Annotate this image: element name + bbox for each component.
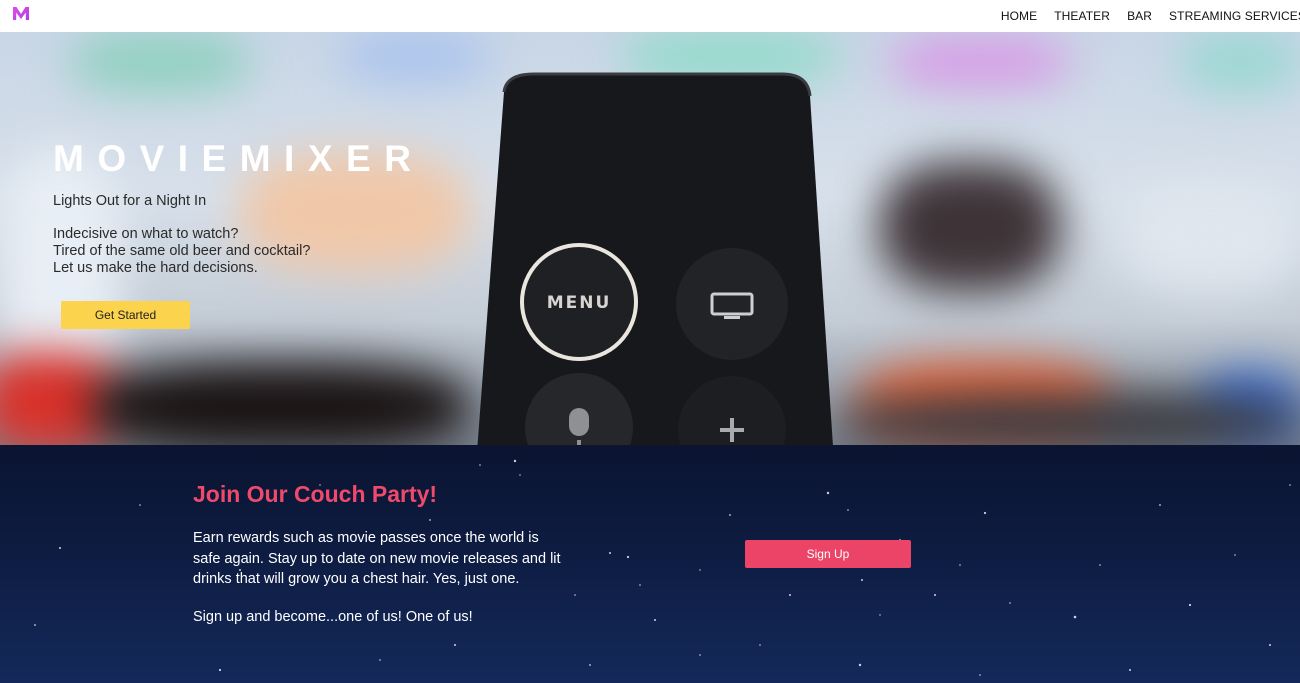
nav-streaming-link[interactable]: STREAMING SERVICES xyxy=(1169,9,1300,23)
logo-icon[interactable] xyxy=(12,5,30,26)
hero-section: MENU MOVIEMIXER Lights Out for a Night I… xyxy=(0,32,1300,445)
party-closing-text: Sign up and become...one of us! One of u… xyxy=(193,609,473,625)
hero-body-line: Tired of the same old beer and cocktail? xyxy=(53,243,311,259)
sign-up-button[interactable]: Sign Up xyxy=(745,540,911,568)
party-title: Join Our Couch Party! xyxy=(193,481,438,507)
nav-home-link[interactable]: HOME xyxy=(1001,9,1037,23)
nav-theater-link[interactable]: THEATER xyxy=(1054,9,1110,23)
nav-bar-link[interactable]: BAR xyxy=(1127,9,1152,23)
remote-control-image: MENU xyxy=(474,72,836,445)
hero-body: Indecisive on what to watch? Tired of th… xyxy=(53,226,310,277)
hero-body-line: Let us make the hard decisions. xyxy=(53,260,258,276)
get-started-button[interactable]: Get Started xyxy=(61,301,190,329)
nav-links: HOME THEATER BAR STREAMING SERVICES xyxy=(984,0,1300,32)
couch-party-section: Join Our Couch Party! Earn rewards such … xyxy=(0,445,1300,683)
hero-title: MOVIEMIXER xyxy=(53,138,425,179)
party-body: Earn rewards such as movie passes once t… xyxy=(193,530,561,587)
top-navbar: HOME THEATER BAR STREAMING SERVICES xyxy=(0,0,1300,32)
hero-body-line: Indecisive on what to watch? xyxy=(53,226,239,242)
remote-menu-label: MENU xyxy=(547,293,612,313)
hero-tagline: Lights Out for a Night In xyxy=(53,193,207,209)
